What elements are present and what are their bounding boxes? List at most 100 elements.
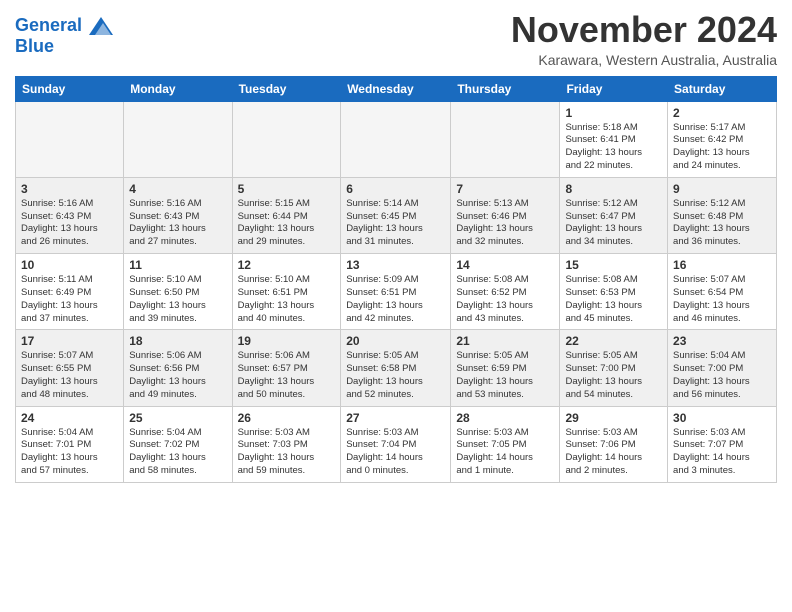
day-number: 17 [21,334,118,348]
day-info: Sunrise: 5:12 AM Sunset: 6:48 PM Dayligh… [673,198,771,249]
calendar-cell: 3 Sunrise: 5:16 AM Sunset: 6:43 PM Daylig… [16,177,124,253]
calendar-cell: 14 Sunrise: 5:08 AM Sunset: 6:52 PM Dayli… [451,254,560,330]
day-number: 30 [673,411,771,425]
day-info: Sunrise: 5:08 AM Sunset: 6:53 PM Dayligh… [565,274,662,325]
day-number: 12 [238,258,336,272]
day-number: 4 [129,182,226,196]
day-number: 2 [673,106,771,120]
calendar-cell: 15 Sunrise: 5:08 AM Sunset: 6:53 PM Dayli… [560,254,668,330]
calendar-cell [232,101,341,177]
calendar-week-row: 24 Sunrise: 5:04 AM Sunset: 7:01 PM Dayli… [16,406,777,482]
day-info: Sunrise: 5:06 AM Sunset: 6:57 PM Dayligh… [238,350,336,401]
day-info: Sunrise: 5:16 AM Sunset: 6:43 PM Dayligh… [129,198,226,249]
day-number: 9 [673,182,771,196]
day-number: 1 [565,106,662,120]
day-info: Sunrise: 5:04 AM Sunset: 7:01 PM Dayligh… [21,427,118,478]
day-number: 26 [238,411,336,425]
day-info: Sunrise: 5:05 AM Sunset: 6:58 PM Dayligh… [346,350,445,401]
day-number: 15 [565,258,662,272]
calendar-cell: 16Sunrise: 5:07 AM Sunset: 6:54 PM Dayli… [668,254,777,330]
day-info: Sunrise: 5:08 AM Sunset: 6:52 PM Dayligh… [456,274,554,325]
day-info: Sunrise: 5:10 AM Sunset: 6:50 PM Dayligh… [129,274,226,325]
day-number: 21 [456,334,554,348]
logo-blue: Blue [15,36,113,57]
day-number: 23 [673,334,771,348]
day-number: 24 [21,411,118,425]
calendar-cell: 4 Sunrise: 5:16 AM Sunset: 6:43 PM Daylig… [124,177,232,253]
day-number: 8 [565,182,662,196]
day-number: 5 [238,182,336,196]
calendar-cell [124,101,232,177]
day-info: Sunrise: 5:18 AM Sunset: 6:41 PM Dayligh… [565,122,662,173]
day-number: 25 [129,411,226,425]
calendar-cell: 24 Sunrise: 5:04 AM Sunset: 7:01 PM Dayli… [16,406,124,482]
calendar-cell: 26 Sunrise: 5:03 AM Sunset: 7:03 PM Dayli… [232,406,341,482]
day-info: Sunrise: 5:05 AM Sunset: 6:59 PM Dayligh… [456,350,554,401]
calendar-table: SundayMondayTuesdayWednesdayThursdayFrid… [15,76,777,483]
day-number: 20 [346,334,445,348]
weekday-header: Friday [560,76,668,101]
month-title: November 2024 [511,10,777,50]
weekday-header: Wednesday [341,76,451,101]
calendar-week-row: 1 Sunrise: 5:18 AM Sunset: 6:41 PM Daylig… [16,101,777,177]
day-number: 10 [21,258,118,272]
weekday-header: Monday [124,76,232,101]
weekday-header: Saturday [668,76,777,101]
calendar-cell: 20 Sunrise: 5:05 AM Sunset: 6:58 PM Dayli… [341,330,451,406]
calendar-cell: 18 Sunrise: 5:06 AM Sunset: 6:56 PM Dayli… [124,330,232,406]
day-info: Sunrise: 5:05 AM Sunset: 7:00 PM Dayligh… [565,350,662,401]
day-number: 7 [456,182,554,196]
day-number: 3 [21,182,118,196]
day-info: Sunrise: 5:04 AM Sunset: 7:02 PM Dayligh… [129,427,226,478]
location: Karawara, Western Australia, Australia [511,52,777,68]
calendar-cell: 13 Sunrise: 5:09 AM Sunset: 6:51 PM Dayli… [341,254,451,330]
day-info: Sunrise: 5:10 AM Sunset: 6:51 PM Dayligh… [238,274,336,325]
title-block: November 2024 Karawara, Western Australi… [511,10,777,68]
day-number: 22 [565,334,662,348]
day-info: Sunrise: 5:06 AM Sunset: 6:56 PM Dayligh… [129,350,226,401]
day-info: Sunrise: 5:07 AM Sunset: 6:55 PM Dayligh… [21,350,118,401]
day-info: Sunrise: 5:07 AM Sunset: 6:54 PM Dayligh… [673,274,771,325]
day-number: 28 [456,411,554,425]
calendar-cell: 9 Sunrise: 5:12 AM Sunset: 6:48 PM Daylig… [668,177,777,253]
day-number: 29 [565,411,662,425]
day-info: Sunrise: 5:09 AM Sunset: 6:51 PM Dayligh… [346,274,445,325]
calendar-cell: 23Sunrise: 5:04 AM Sunset: 7:00 PM Dayli… [668,330,777,406]
calendar-cell: 6 Sunrise: 5:14 AM Sunset: 6:45 PM Daylig… [341,177,451,253]
day-info: Sunrise: 5:14 AM Sunset: 6:45 PM Dayligh… [346,198,445,249]
calendar-cell: 8 Sunrise: 5:12 AM Sunset: 6:47 PM Daylig… [560,177,668,253]
day-number: 11 [129,258,226,272]
day-number: 6 [346,182,445,196]
day-info: Sunrise: 5:03 AM Sunset: 7:07 PM Dayligh… [673,427,771,478]
weekday-header: Sunday [16,76,124,101]
calendar-cell: 5Sunrise: 5:15 AM Sunset: 6:44 PM Daylig… [232,177,341,253]
calendar-week-row: 10Sunrise: 5:11 AM Sunset: 6:49 PM Dayli… [16,254,777,330]
day-number: 13 [346,258,445,272]
day-info: Sunrise: 5:03 AM Sunset: 7:03 PM Dayligh… [238,427,336,478]
day-info: Sunrise: 5:12 AM Sunset: 6:47 PM Dayligh… [565,198,662,249]
calendar-cell [451,101,560,177]
weekday-header-row: SundayMondayTuesdayWednesdayThursdayFrid… [16,76,777,101]
calendar-week-row: 3 Sunrise: 5:16 AM Sunset: 6:43 PM Daylig… [16,177,777,253]
weekday-header: Thursday [451,76,560,101]
calendar-cell: 21 Sunrise: 5:05 AM Sunset: 6:59 PM Dayli… [451,330,560,406]
calendar-cell: 17 Sunrise: 5:07 AM Sunset: 6:55 PM Dayli… [16,330,124,406]
day-number: 19 [238,334,336,348]
calendar-cell: 2 Sunrise: 5:17 AM Sunset: 6:42 PM Daylig… [668,101,777,177]
calendar-cell: 12 Sunrise: 5:10 AM Sunset: 6:51 PM Dayli… [232,254,341,330]
page-header: General Blue November 2024 Karawara, Wes… [15,10,777,68]
day-info: Sunrise: 5:17 AM Sunset: 6:42 PM Dayligh… [673,122,771,173]
calendar-cell: 29 Sunrise: 5:03 AM Sunset: 7:06 PM Dayli… [560,406,668,482]
calendar-cell: 22 Sunrise: 5:05 AM Sunset: 7:00 PM Dayli… [560,330,668,406]
day-info: Sunrise: 5:16 AM Sunset: 6:43 PM Dayligh… [21,198,118,249]
weekday-header: Tuesday [232,76,341,101]
calendar-cell: 30 Sunrise: 5:03 AM Sunset: 7:07 PM Dayli… [668,406,777,482]
calendar-cell: 27Sunrise: 5:03 AM Sunset: 7:04 PM Dayli… [341,406,451,482]
calendar-cell: 25 Sunrise: 5:04 AM Sunset: 7:02 PM Dayli… [124,406,232,482]
day-number: 18 [129,334,226,348]
day-number: 14 [456,258,554,272]
day-info: Sunrise: 5:03 AM Sunset: 7:06 PM Dayligh… [565,427,662,478]
day-number: 27 [346,411,445,425]
calendar-cell: 1 Sunrise: 5:18 AM Sunset: 6:41 PM Daylig… [560,101,668,177]
calendar-cell: 28Sunrise: 5:03 AM Sunset: 7:05 PM Dayli… [451,406,560,482]
